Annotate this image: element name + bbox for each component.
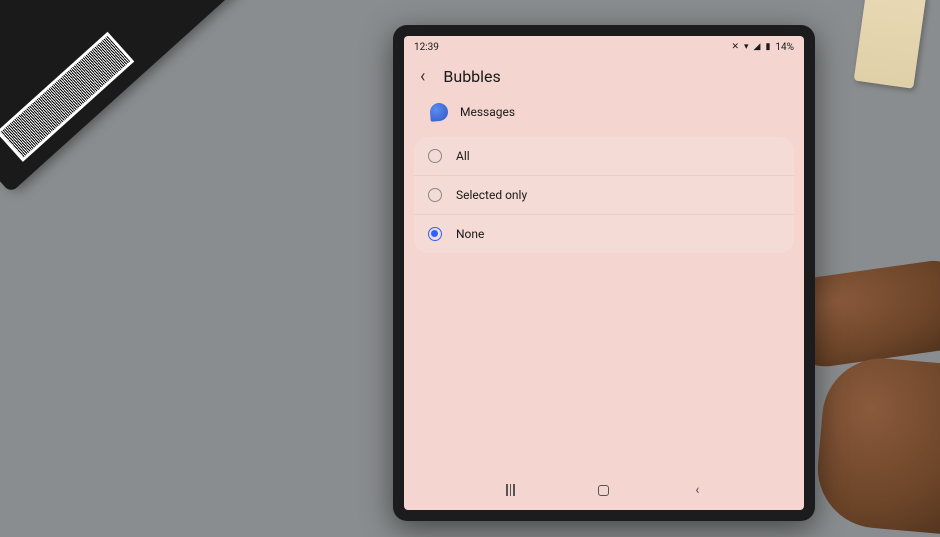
app-row: Messages bbox=[404, 99, 804, 133]
option-label: Selected only bbox=[456, 188, 527, 202]
option-all[interactable]: All bbox=[414, 137, 794, 176]
app-name-label: Messages bbox=[460, 105, 515, 119]
status-time: 12:39 bbox=[414, 42, 439, 53]
radio-icon bbox=[428, 149, 442, 163]
radio-icon bbox=[428, 188, 442, 202]
screen: 12:39 ✕ ▾ ◢ ▮ 14% ‹ Bubbles Messages All bbox=[404, 36, 804, 510]
vibrate-icon: ✕ bbox=[731, 42, 739, 52]
option-label: None bbox=[456, 227, 484, 241]
barcode bbox=[0, 32, 134, 162]
nav-back-button[interactable]: ‹ bbox=[682, 482, 712, 498]
status-icons: ✕ ▾ ◢ ▮ 14% bbox=[731, 42, 794, 53]
hand bbox=[813, 353, 940, 536]
page-title: Bubbles bbox=[443, 67, 500, 86]
wifi-icon: ▾ bbox=[744, 42, 749, 52]
back-button[interactable]: ‹ bbox=[416, 64, 429, 89]
option-selected-only[interactable]: Selected only bbox=[414, 176, 794, 215]
radio-checked-icon bbox=[428, 227, 442, 241]
tablet-device: 12:39 ✕ ▾ ◢ ▮ 14% ‹ Bubbles Messages All bbox=[393, 25, 815, 521]
home-button[interactable] bbox=[589, 485, 619, 496]
status-bar: 12:39 ✕ ▾ ◢ ▮ 14% bbox=[404, 36, 804, 58]
page-header: ‹ Bubbles bbox=[404, 58, 804, 99]
signal-icon: ◢ bbox=[754, 42, 761, 52]
product-box: Galaxy Z Fold6 bbox=[0, 0, 263, 193]
navigation-bar: ‹ bbox=[404, 474, 804, 506]
wooden-prop bbox=[854, 0, 927, 89]
option-label: All bbox=[456, 149, 470, 163]
radio-group: All Selected only None bbox=[414, 137, 794, 253]
recents-button[interactable] bbox=[496, 484, 526, 496]
battery-percentage: 14% bbox=[775, 42, 794, 53]
messages-app-icon bbox=[429, 102, 449, 122]
option-none[interactable]: None bbox=[414, 215, 794, 253]
battery-icon: ▮ bbox=[765, 42, 770, 52]
